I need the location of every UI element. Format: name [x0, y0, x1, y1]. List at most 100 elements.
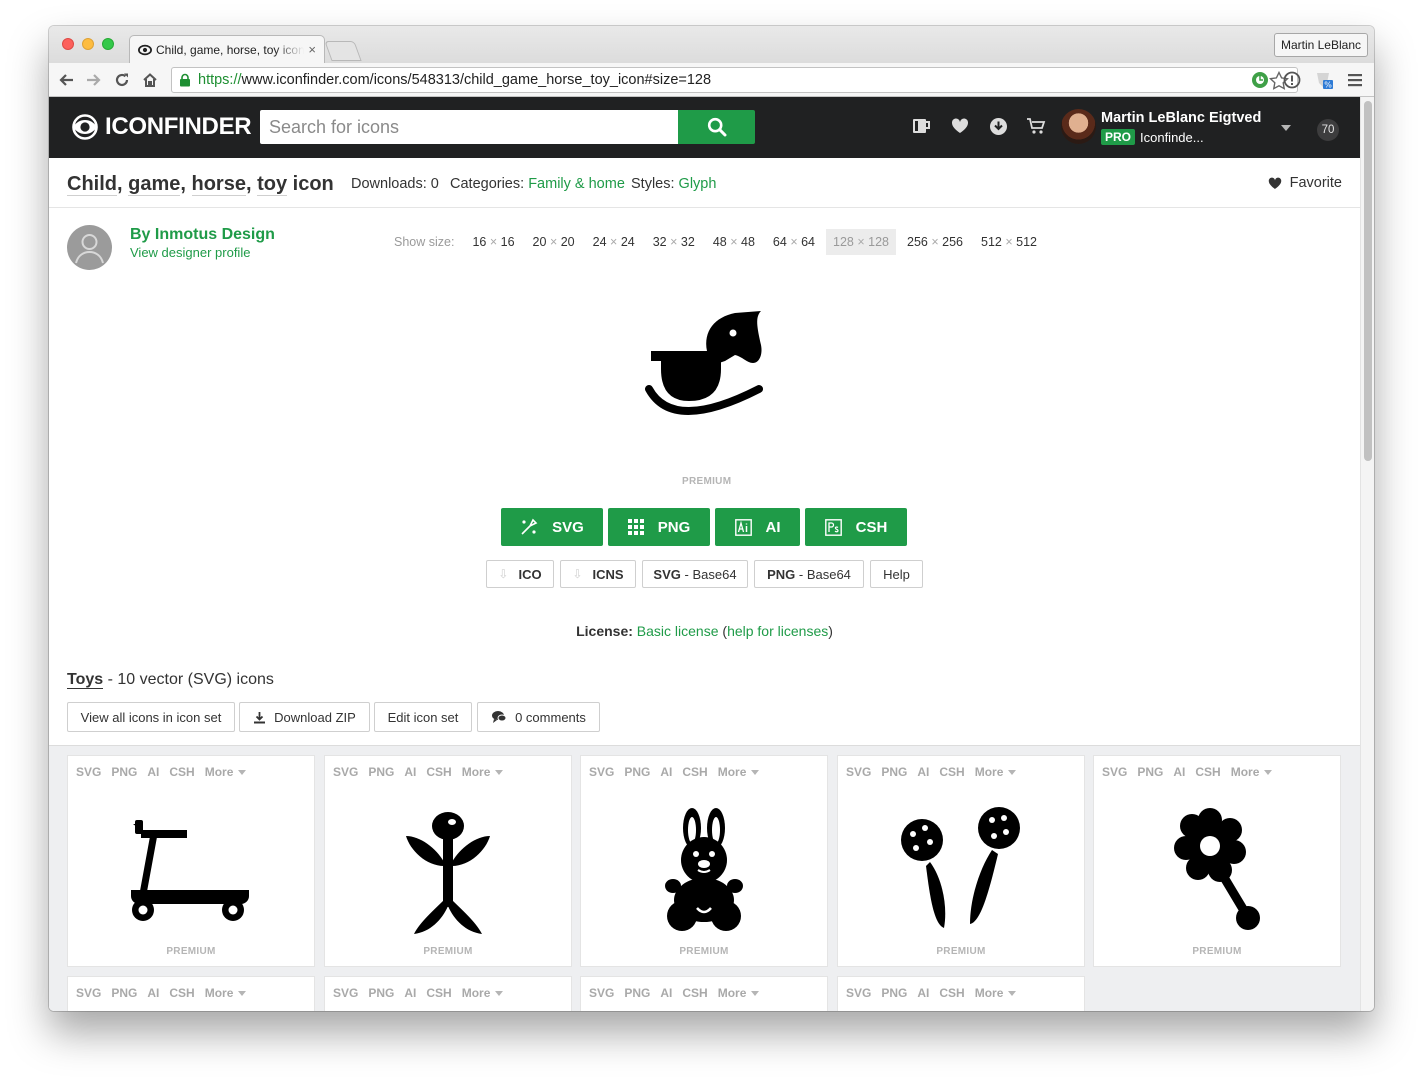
size-option-64[interactable]: 64 × 64	[766, 229, 822, 255]
coffee-mug-icon[interactable]	[911, 115, 933, 137]
fmt-csh[interactable]: CSH	[426, 765, 451, 779]
fmt-png[interactable]: PNG	[881, 765, 907, 779]
fmt-svg[interactable]: SVG	[76, 986, 101, 1000]
fmt-svg[interactable]: SVG	[846, 765, 871, 779]
download-ico-button[interactable]: ⇩ ICO	[486, 560, 554, 588]
fmt-more[interactable]: More	[975, 986, 1004, 1000]
evernote-extension-icon[interactable]	[1249, 69, 1271, 91]
scrollbar-thumb[interactable]	[1364, 101, 1372, 461]
search-input[interactable]	[260, 110, 678, 144]
fmt-png[interactable]: PNG	[111, 986, 137, 1000]
fmt-ai[interactable]: AI	[404, 986, 416, 1000]
fmt-svg[interactable]: SVG	[1102, 765, 1127, 779]
tab-close-icon[interactable]: ×	[308, 42, 316, 57]
size-option-16[interactable]: 16 × 16	[465, 229, 521, 255]
chevron-down-icon[interactable]	[751, 990, 760, 996]
tag-link[interactable]: horse	[191, 173, 246, 196]
fmt-png[interactable]: PNG	[624, 765, 650, 779]
cart-icon[interactable]	[1025, 115, 1047, 137]
user-avatar[interactable]	[1061, 109, 1096, 144]
fmt-csh[interactable]: CSH	[426, 986, 451, 1000]
fmt-ai[interactable]: AI	[147, 986, 159, 1000]
fmt-csh[interactable]: CSH	[1195, 765, 1220, 779]
icon-card[interactable]: SVG PNG AI CSH More	[580, 976, 828, 1011]
fmt-more[interactable]: More	[205, 986, 234, 1000]
chevron-down-icon[interactable]	[238, 990, 247, 996]
chevron-down-icon[interactable]	[1264, 769, 1273, 775]
designer-avatar[interactable]	[67, 225, 112, 270]
icon-card[interactable]: SVG PNG AI CSH More	[67, 976, 315, 1011]
iconset-name-link[interactable]: Toys	[67, 671, 104, 689]
chevron-down-icon[interactable]	[238, 769, 247, 775]
license-help-link[interactable]: help for licenses	[727, 623, 828, 639]
forward-icon[interactable]	[83, 69, 105, 91]
download-csh-button[interactable]: CSH	[805, 508, 907, 546]
category-link[interactable]: Family & home	[528, 176, 625, 192]
fmt-more[interactable]: More	[1231, 765, 1260, 779]
browser-profile-button[interactable]: Martin LeBlanc	[1273, 33, 1368, 57]
fmt-more[interactable]: More	[205, 765, 234, 779]
style-link[interactable]: Glyph	[679, 176, 717, 192]
user-menu-chevron-down-icon[interactable]	[1281, 125, 1291, 131]
icon-card[interactable]: SVG PNG AI CSH More	[324, 976, 572, 1011]
license-link[interactable]: Basic license	[637, 623, 719, 639]
download-icns-button[interactable]: ⇩ ICNS	[560, 560, 636, 588]
icon-card[interactable]: SVG PNG AI CSH More PREMIUM	[67, 755, 315, 967]
info-extension-icon[interactable]	[1281, 69, 1303, 91]
edit-iconset-button[interactable]: Edit icon set	[374, 702, 472, 732]
download-ai-button[interactable]: AI	[715, 508, 800, 546]
size-option-48[interactable]: 48 × 48	[706, 229, 762, 255]
fmt-ai[interactable]: AI	[917, 986, 929, 1000]
fmt-svg[interactable]: SVG	[589, 986, 614, 1000]
fmt-ai[interactable]: AI	[660, 986, 672, 1000]
fmt-svg[interactable]: SVG	[76, 765, 101, 779]
fmt-svg[interactable]: SVG	[333, 765, 358, 779]
download-zip-button[interactable]: Download ZIP	[239, 702, 370, 732]
svg-base64-button[interactable]: SVG - Base64	[642, 560, 748, 588]
icon-card[interactable]: SVG PNG AI CSH More PREMIUM	[837, 755, 1085, 967]
fmt-csh[interactable]: CSH	[939, 986, 964, 1000]
download-circle-icon[interactable]	[987, 115, 1009, 137]
user-name[interactable]: Martin LeBlanc Eigtved	[1101, 110, 1261, 126]
iconfinder-logo[interactable]: ICONFINDER	[69, 113, 252, 141]
browser-tab[interactable]: Child, game, horse, toy icon ×	[129, 35, 325, 63]
download-png-button[interactable]: PNG	[608, 508, 710, 546]
close-window-button[interactable]	[62, 38, 74, 50]
fmt-svg[interactable]: SVG	[589, 765, 614, 779]
fmt-ai[interactable]: AI	[1173, 765, 1185, 779]
fmt-png[interactable]: PNG	[624, 986, 650, 1000]
fmt-png[interactable]: PNG	[368, 765, 394, 779]
search-button[interactable]	[678, 110, 755, 144]
icon-card[interactable]: SVG PNG AI CSH More PREMIUM	[580, 755, 828, 967]
fmt-png[interactable]: PNG	[881, 986, 907, 1000]
fmt-png[interactable]: PNG	[111, 765, 137, 779]
fmt-svg[interactable]: SVG	[333, 986, 358, 1000]
fmt-csh[interactable]: CSH	[169, 986, 194, 1000]
size-option-256[interactable]: 256 × 256	[900, 229, 970, 255]
size-option-128[interactable]: 128 × 128	[826, 229, 897, 255]
fmt-csh[interactable]: CSH	[682, 986, 707, 1000]
fmt-more[interactable]: More	[462, 765, 491, 779]
size-option-512[interactable]: 512 × 512	[974, 229, 1044, 255]
chevron-down-icon[interactable]	[495, 990, 504, 996]
chevron-down-icon[interactable]	[1008, 990, 1017, 996]
icon-card[interactable]: SVG PNG AI CSH More PREMIUM	[324, 755, 572, 967]
fmt-png[interactable]: PNG	[368, 986, 394, 1000]
address-bar[interactable]: https://www.iconfinder.com/icons/548313/…	[171, 67, 1298, 93]
heart-icon[interactable]	[949, 115, 971, 137]
home-icon[interactable]	[139, 69, 161, 91]
tag-link[interactable]: game	[128, 173, 181, 196]
icon-card[interactable]: SVG PNG AI CSH More	[837, 976, 1085, 1011]
size-option-32[interactable]: 32 × 32	[646, 229, 702, 255]
favorite-button[interactable]: Favorite	[1268, 175, 1342, 191]
view-all-icons-button[interactable]: View all icons in icon set	[67, 702, 235, 732]
fmt-ai[interactable]: AI	[660, 765, 672, 779]
chevron-down-icon[interactable]	[751, 769, 760, 775]
fmt-more[interactable]: More	[975, 765, 1004, 779]
fmt-more[interactable]: More	[718, 986, 747, 1000]
shield-extension-icon[interactable]: %	[1313, 69, 1335, 91]
reload-icon[interactable]	[111, 69, 133, 91]
chevron-down-icon[interactable]	[1008, 769, 1017, 775]
size-option-20[interactable]: 20 × 20	[526, 229, 582, 255]
tag-link[interactable]: Child	[67, 173, 117, 196]
